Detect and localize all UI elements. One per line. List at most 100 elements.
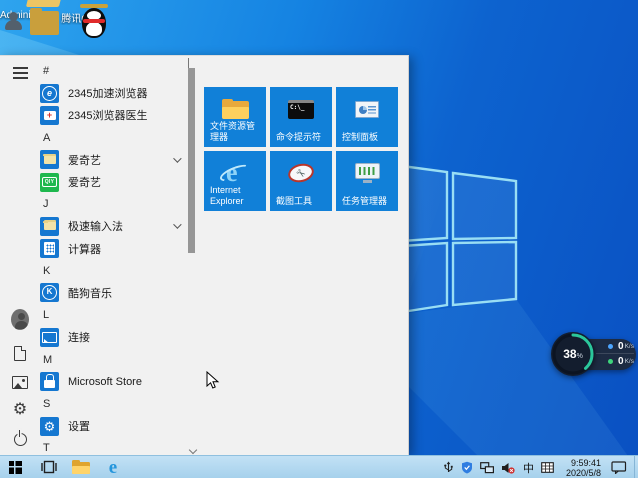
edge-browser-icon: e	[109, 458, 117, 477]
desktop: Administra... 腾讯QQ 0 K/s 0 K/s	[0, 0, 638, 478]
app-label: 2345浏览器医生	[68, 107, 147, 123]
tile-control-panel[interactable]: 控制面板	[336, 87, 398, 147]
user-avatar	[11, 309, 29, 330]
2345-browser-icon	[40, 84, 59, 103]
app-item-microsoft-store[interactable]: Microsoft Store	[38, 371, 185, 393]
app-item-connect[interactable]: 连接	[38, 326, 185, 348]
app-label: 极速输入法	[68, 218, 123, 234]
chevron-down-icon[interactable]	[173, 154, 181, 162]
file-explorer-taskbar-button[interactable]	[66, 456, 96, 478]
windows-logo-icon	[9, 461, 22, 474]
speaker-muted-icon	[501, 462, 515, 474]
snipping-tool-icon	[286, 161, 316, 185]
section-header-a[interactable]: A	[38, 127, 185, 149]
section-header-s[interactable]: S	[38, 393, 185, 415]
section-letter: L	[38, 309, 49, 321]
documents-button[interactable]	[11, 344, 29, 362]
upload-speed-row: 0 K/s	[596, 341, 634, 354]
desktop-icon-administrator[interactable]: Administra...	[0, 8, 54, 21]
clock[interactable]: 9:59:41 2020/5/8	[566, 458, 601, 478]
taskbar: e	[0, 455, 638, 478]
settings-icon	[40, 417, 59, 436]
scroll-down-chevron-icon[interactable]	[189, 446, 197, 454]
notification-bubble-icon	[611, 461, 627, 474]
section-letter: T	[38, 442, 50, 454]
app-label: 2345加速浏览器	[68, 85, 147, 101]
pictures-icon	[12, 376, 28, 389]
section-header-t[interactable]: T	[38, 437, 185, 455]
pictures-button[interactable]	[11, 373, 29, 391]
desktop-icon-qq[interactable]: 腾讯QQ	[52, 8, 106, 25]
app-item-calculator[interactable]: 计算器	[38, 238, 185, 260]
scrollbar-thumb[interactable]	[188, 68, 195, 253]
tile-label: 截图工具	[276, 196, 312, 207]
action-center-button[interactable]	[611, 461, 627, 474]
iqiyi-icon	[40, 173, 59, 192]
network-tray-button[interactable]	[480, 462, 494, 474]
app-item-settings[interactable]: 设置	[38, 415, 185, 437]
download-speed-row: 0 K/s	[596, 355, 634, 368]
ime-language-indicator[interactable]: 中	[523, 460, 534, 476]
app-item-browser-doctor[interactable]: 2345浏览器医生	[38, 104, 185, 126]
section-header-m[interactable]: M	[38, 348, 185, 370]
security-shield-tray-button[interactable]	[461, 461, 473, 474]
connect-icon	[40, 328, 59, 347]
tile-label: 命令提示符	[276, 132, 321, 143]
folder-icon	[40, 217, 59, 236]
expand-menu-button[interactable]	[11, 64, 29, 82]
section-letter: M	[38, 354, 52, 366]
ime-toolbar-tray-button[interactable]	[541, 462, 554, 473]
volume-muted-tray-button[interactable]	[501, 462, 515, 474]
download-speed-value: 0	[618, 356, 624, 367]
download-speed-unit: K/s	[625, 358, 634, 365]
tile-command-prompt[interactable]: 命令提示符	[270, 87, 332, 147]
user-account-button[interactable]	[11, 310, 29, 328]
document-icon	[14, 346, 26, 361]
settings-button[interactable]: ⚙	[11, 401, 29, 419]
folder-icon	[40, 150, 59, 169]
internet-explorer-icon: e	[220, 159, 250, 187]
upload-dot-icon	[608, 344, 613, 349]
start-button[interactable]	[0, 456, 30, 478]
power-button[interactable]	[11, 430, 29, 448]
section-letter: S	[38, 398, 50, 410]
app-item-iqiyi-folder[interactable]: 爱奇艺	[38, 149, 185, 171]
scrollbar-up-button[interactable]	[188, 59, 195, 65]
section-header-j[interactable]: J	[38, 193, 185, 215]
upload-speed-unit: K/s	[625, 343, 634, 350]
memory-percent-ball[interactable]: 38%	[551, 332, 595, 376]
tile-snipping-tool[interactable]: 截图工具	[270, 151, 332, 211]
usb-icon	[443, 461, 454, 474]
hamburger-icon	[13, 72, 28, 74]
app-label: Microsoft Store	[68, 376, 142, 388]
system-tray: 中 9:59:41 2020/5/8	[440, 456, 638, 478]
edge-taskbar-button[interactable]: e	[98, 456, 128, 478]
progress-arc	[551, 332, 595, 376]
start-menu: ⚙ # 2345加速浏览器 2345浏览器医生 A 爱奇艺 爱奇艺	[0, 55, 409, 455]
app-label: 爱奇艺	[68, 152, 101, 168]
usb-device-tray-button[interactable]	[443, 461, 454, 474]
task-view-icon	[40, 460, 58, 474]
section-header-hash[interactable]: #	[38, 60, 185, 82]
tile-label: Internet Explorer	[210, 185, 262, 207]
section-letter: J	[38, 198, 49, 210]
store-icon	[40, 372, 59, 391]
app-item-iqiyi[interactable]: 爱奇艺	[38, 171, 185, 193]
start-tiles: 文件资源管理器 命令提示符 控制面板 e Internet Explorer 截…	[204, 87, 398, 211]
browser-doctor-icon	[40, 106, 59, 125]
section-header-k[interactable]: K	[38, 260, 185, 282]
kugou-music-icon	[40, 283, 59, 302]
section-header-l[interactable]: L	[38, 304, 185, 326]
command-prompt-icon	[288, 100, 314, 119]
tile-file-explorer[interactable]: 文件资源管理器	[204, 87, 266, 147]
tile-internet-explorer[interactable]: e Internet Explorer	[204, 151, 266, 211]
show-desktop-button[interactable]	[634, 456, 638, 478]
speed-ball-widget[interactable]: 0 K/s 0 K/s 38%	[550, 331, 638, 377]
app-label: 酷狗音乐	[68, 285, 112, 301]
app-item-kugou-music[interactable]: 酷狗音乐	[38, 282, 185, 304]
app-item-jisu-ime-folder[interactable]: 极速输入法	[38, 215, 185, 237]
task-view-button[interactable]	[34, 456, 64, 478]
app-item-2345-browser[interactable]: 2345加速浏览器	[38, 82, 185, 104]
chevron-down-icon[interactable]	[173, 221, 181, 229]
tile-task-manager[interactable]: 任务管理器	[336, 151, 398, 211]
